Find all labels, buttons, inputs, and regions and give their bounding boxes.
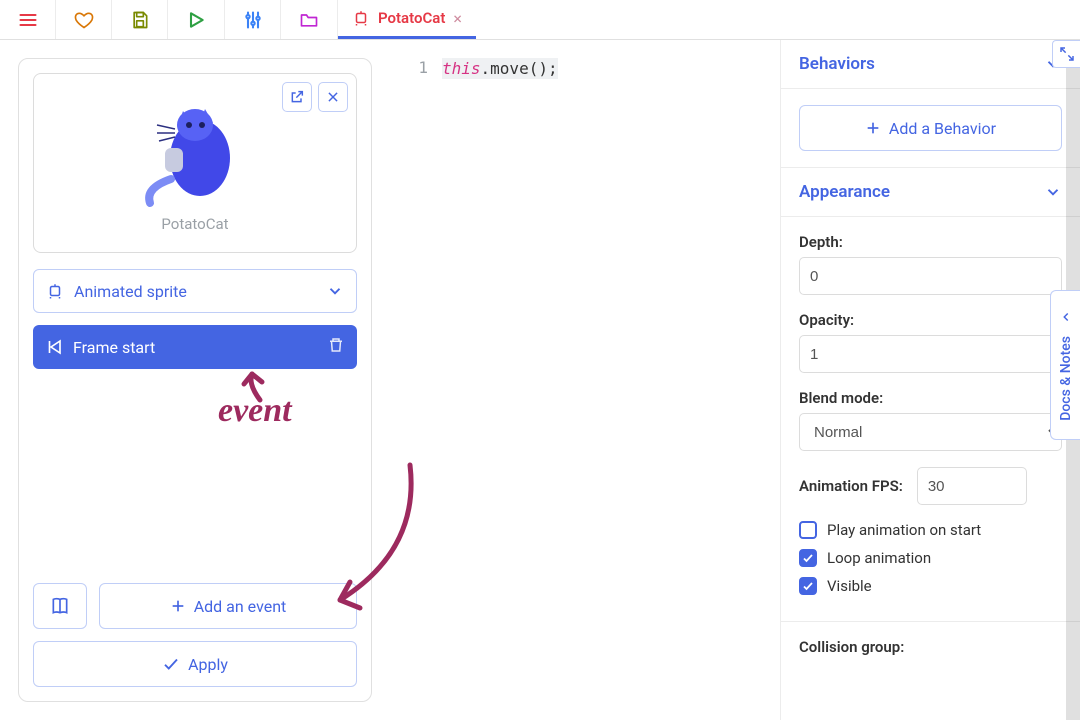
depth-input[interactable] [799,257,1062,295]
plus-icon [170,598,186,614]
sprite-name-label: PotatoCat [161,215,228,233]
chevron-down-icon [326,282,344,300]
robot-icon [46,282,64,300]
chevron-down-icon [1044,183,1062,201]
trash-icon [327,336,345,354]
docs-button[interactable] [33,583,87,629]
menu-button[interactable] [0,0,56,39]
visible-checkbox[interactable] [799,577,817,595]
sprite-type-label: Animated sprite [74,282,187,301]
docs-notes-tab[interactable]: Docs & Notes [1050,290,1080,440]
sliders-button[interactable] [225,0,281,39]
folder-button[interactable] [281,0,337,39]
add-behavior-button[interactable]: Add a Behavior [799,105,1062,151]
add-event-button[interactable]: Add an event [99,583,357,629]
apply-button[interactable]: Apply [33,641,357,687]
check-icon [162,655,180,673]
depth-label: Depth: [799,233,1062,251]
appearance-header[interactable]: Appearance [781,168,1080,217]
apply-label: Apply [188,655,228,674]
tab-label: PotatoCat [378,9,445,27]
opacity-input[interactable] [799,335,1062,373]
loop-checkbox[interactable] [799,549,817,567]
line-number: 1 [398,58,442,712]
plus-icon [865,120,881,136]
minimize-icon [1059,46,1075,62]
collision-label: Collision group: [799,638,1062,656]
heart-button[interactable] [56,0,112,39]
appearance-title: Appearance [799,182,890,202]
play-on-start-checkbox[interactable] [799,521,817,539]
code-line-1: this.move(); [442,58,558,712]
add-behavior-label: Add a Behavior [889,119,996,138]
blend-select[interactable]: Normal [799,413,1062,451]
sprite-preview: PotatoCat [33,73,357,253]
code-editor[interactable]: 1 this.move(); [390,40,780,720]
visible-label: Visible [827,577,872,595]
skip-start-icon [45,338,63,356]
behaviors-header[interactable]: Behaviors [781,40,1080,89]
chevron-left-icon [1059,310,1073,324]
docs-tab-label: Docs & Notes [1058,336,1074,421]
close-icon[interactable]: × [453,9,462,28]
save-button[interactable] [112,0,168,39]
sprite-type-select[interactable]: Animated sprite [33,269,357,313]
fps-label: Animation FPS: [799,477,903,495]
event-frame-start[interactable]: Frame start [33,325,357,369]
left-card: PotatoCat Animated sprite Frame start [18,58,372,702]
popout-button[interactable] [282,82,312,112]
collapse-panel-button[interactable] [1052,40,1080,68]
close-preview-button[interactable] [318,82,348,112]
book-icon [50,596,70,616]
play-button[interactable] [168,0,224,39]
top-toolbar: PotatoCat × [0,0,1080,40]
toolbar-group-right [225,0,338,39]
blend-label: Blend mode: [799,389,1062,407]
robot-icon [352,9,370,27]
toolbar-group-left [0,0,225,39]
loop-label: Loop animation [827,549,931,567]
play-on-start-label: Play animation on start [827,521,981,539]
tab-potatocat[interactable]: PotatoCat × [338,0,476,39]
potatocat-sprite-icon [135,93,255,213]
opacity-label: Opacity: [799,311,1062,329]
fps-input[interactable] [917,467,1027,505]
add-event-label: Add an event [194,597,287,616]
behaviors-title: Behaviors [799,54,875,74]
left-panel: PotatoCat Animated sprite Frame start [0,40,390,720]
delete-event-button[interactable] [327,336,345,358]
properties-panel: Behaviors Add a Behavior Appearance Dept… [780,40,1080,720]
event-label: Frame start [73,338,155,357]
